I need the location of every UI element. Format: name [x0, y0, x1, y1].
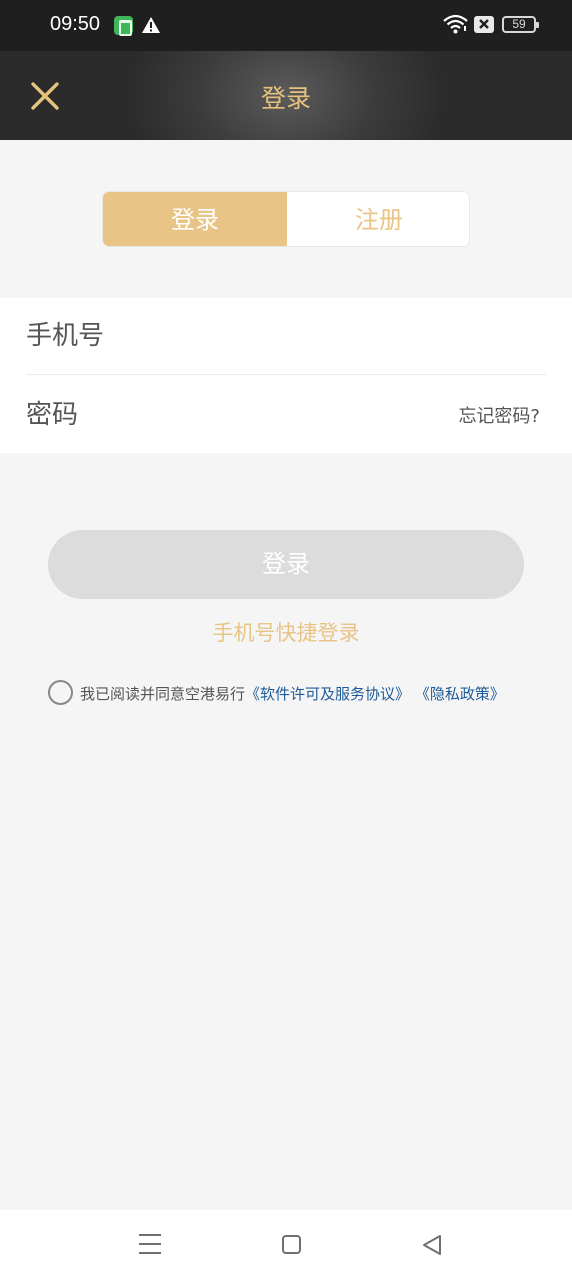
- menu-icon[interactable]: [139, 1234, 161, 1254]
- privacy-policy-link[interactable]: 《隐私政策》: [415, 685, 505, 703]
- tab-login[interactable]: 登录: [103, 192, 287, 246]
- agreement-row: 我已阅读并同意空港易行《软件许可及服务协议》 《隐私政策》: [48, 680, 538, 708]
- app-header: 登录: [0, 51, 572, 140]
- quick-login-link[interactable]: 手机号快捷登录: [0, 617, 572, 647]
- login-form: 忘记密码?: [0, 298, 572, 453]
- license-agreement-link[interactable]: 《软件许可及服务协议》: [245, 685, 410, 703]
- forgot-password-link[interactable]: 忘记密码?: [458, 402, 540, 428]
- agreement-checkbox[interactable]: [48, 680, 73, 705]
- password-row: 忘记密码?: [26, 376, 546, 453]
- login-register-tabs: 登录 注册: [102, 191, 470, 247]
- login-button[interactable]: 登录: [48, 530, 524, 599]
- wifi-icon: [443, 14, 468, 34]
- status-bar: 09:50 59: [0, 0, 572, 51]
- agreement-prefix: 我已阅读并同意空港易行: [80, 685, 246, 703]
- agreement-text: 我已阅读并同意空港易行《软件许可及服务协议》 《隐私政策》: [80, 683, 505, 704]
- back-icon[interactable]: [421, 1234, 443, 1256]
- battery-icon: 59: [502, 16, 539, 33]
- home-icon[interactable]: [282, 1235, 301, 1254]
- battery-level: 59: [512, 17, 526, 31]
- page-title: 登录: [260, 84, 311, 113]
- no-sim-icon: [474, 16, 494, 33]
- phone-input[interactable]: [26, 298, 546, 374]
- phone-row: [26, 298, 546, 375]
- status-time: 09:50: [50, 13, 101, 35]
- tab-register[interactable]: 注册: [287, 192, 469, 246]
- warning-icon: [142, 17, 160, 33]
- system-nav-bar: [0, 1210, 572, 1280]
- app-notification-icon: [114, 16, 133, 36]
